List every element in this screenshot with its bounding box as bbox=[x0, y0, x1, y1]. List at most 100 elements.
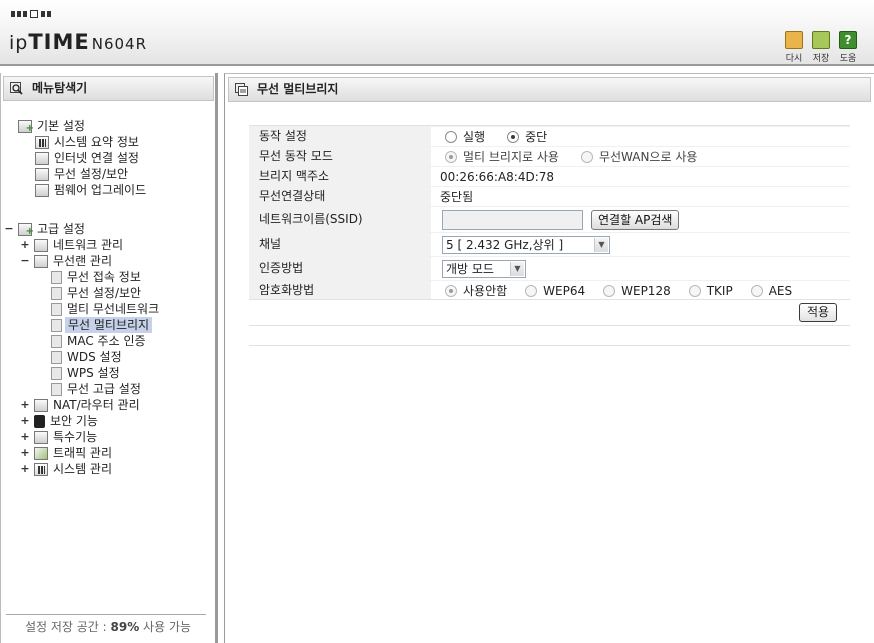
enc-wep128-radio[interactable] bbox=[603, 284, 616, 297]
expand-toggle[interactable]: + bbox=[20, 461, 30, 477]
row-connection-status: 무선연결상태 중단됨 bbox=[249, 186, 850, 206]
magnifier-icon bbox=[10, 82, 23, 95]
folder-icon bbox=[18, 119, 34, 137]
divider bbox=[249, 325, 850, 326]
chevron-down-icon: ▼ bbox=[510, 261, 524, 276]
collapse-toggle[interactable]: − bbox=[4, 221, 14, 237]
tree-internet-setup[interactable]: 인터넷 연결 설정 bbox=[35, 150, 139, 166]
storage-quota: 설정 저장 공간 : 89% 사용 가능 bbox=[24, 620, 192, 634]
document-icon bbox=[51, 350, 62, 364]
menu-explorer-header: 메뉴탐색기 bbox=[3, 76, 214, 101]
document-icon bbox=[51, 318, 62, 332]
help-button[interactable]: ? 도움 bbox=[836, 31, 860, 64]
page-title: 무선 멀티브리지 bbox=[257, 82, 339, 96]
tools-icon bbox=[34, 430, 48, 444]
tree-special-functions[interactable]: + 특수기능 bbox=[20, 429, 97, 445]
router-icon bbox=[34, 398, 48, 412]
bridge-mac-value: 00:26:66:A8:4D:78 bbox=[440, 169, 555, 184]
expand-toggle[interactable]: + bbox=[20, 429, 30, 445]
save-button[interactable]: 저장 bbox=[809, 31, 833, 64]
row-bridge-mac: 브리지 맥주소 00:26:66:A8:4D:78 bbox=[249, 166, 850, 186]
row-channel: 채널 5 [ 2.432 GHz,상위 ] ▼ bbox=[249, 232, 850, 256]
content-header: 무선 멀티브리지 bbox=[228, 77, 871, 102]
ssid-input[interactable] bbox=[442, 209, 583, 230]
tree-wps[interactable]: WPS 설정 bbox=[51, 365, 120, 381]
menu-explorer-title: 메뉴탐색기 bbox=[32, 81, 88, 95]
chart-icon bbox=[34, 462, 48, 476]
channel-select[interactable]: 5 [ 2.432 GHz,상위 ] ▼ bbox=[442, 235, 610, 254]
row-auth: 인증방법 개방 모드 ▼ bbox=[249, 256, 850, 280]
operation-run-radio[interactable] bbox=[445, 130, 457, 143]
document-icon bbox=[51, 302, 62, 316]
divider bbox=[6, 614, 206, 615]
tree-multi-ssid[interactable]: 멀티 무선네트워크 bbox=[51, 301, 159, 317]
enc-aes-radio[interactable] bbox=[750, 284, 763, 297]
monitor-icon bbox=[35, 151, 49, 165]
tree-advanced-settings[interactable]: −고급 설정 bbox=[4, 221, 85, 240]
quota-value: 89% bbox=[110, 620, 140, 634]
mode-multibridge-radio[interactable] bbox=[445, 150, 457, 163]
enc-none-radio[interactable] bbox=[445, 284, 457, 297]
divider bbox=[249, 299, 850, 300]
tree-wireless-multibridge[interactable]: 무선 멀티브리지 bbox=[51, 317, 153, 333]
tree-mac-auth[interactable]: MAC 주소 인증 bbox=[51, 333, 146, 349]
tree-nat-router[interactable]: + NAT/라우터 관리 bbox=[20, 397, 139, 413]
row-operation: 동작 설정 실행 중단 bbox=[249, 126, 850, 146]
document-icon bbox=[51, 366, 62, 380]
mode-wireless-wan-radio[interactable] bbox=[580, 150, 593, 163]
row-wireless-mode: 무선 동작 모드 멀티 브리지로 사용 무선WAN으로 사용 bbox=[249, 146, 850, 166]
selected-menu-label: 무선 멀티브리지 bbox=[65, 317, 153, 333]
chevron-down-icon: ▼ bbox=[594, 237, 608, 252]
document-icon bbox=[51, 382, 62, 396]
tree-system-summary[interactable]: 시스템 요약 정보 bbox=[35, 134, 139, 150]
tree-traffic-management[interactable]: + 트래픽 관리 bbox=[20, 445, 112, 461]
brand-dots-icon bbox=[11, 10, 51, 18]
row-encryption: 암호화방법 사용안함 WEP64 WEP128 TKIP AES bbox=[249, 280, 850, 300]
expand-toggle[interactable]: + bbox=[20, 445, 30, 461]
expand-toggle[interactable]: + bbox=[20, 397, 30, 413]
upgrade-icon bbox=[35, 183, 49, 197]
network-icon bbox=[34, 238, 48, 252]
tree-wireless-security[interactable]: 무선 설정/보안 bbox=[51, 285, 141, 301]
window-icon bbox=[235, 83, 248, 96]
operation-stop-radio[interactable] bbox=[507, 130, 520, 143]
tree-basic-settings[interactable]: 기본 설정 bbox=[18, 118, 85, 137]
top-bar: ip TIME N604R 다시 저장 ? 도움 bbox=[0, 0, 874, 66]
enc-tkip-radio[interactable] bbox=[688, 284, 701, 297]
collapse-toggle[interactable]: − bbox=[20, 253, 30, 269]
model-name: N604R bbox=[91, 35, 148, 53]
iptime-logo: ip TIME N604R bbox=[9, 30, 147, 54]
connection-status-value: 중단됨 bbox=[440, 189, 474, 204]
document-icon bbox=[51, 270, 62, 284]
logo-time: TIME bbox=[28, 30, 90, 54]
wireless-icon bbox=[35, 167, 49, 181]
tree-network-management[interactable]: + 네트워크 관리 bbox=[20, 237, 123, 253]
tree-firmware-upgrade[interactable]: 펌웨어 업그레이드 bbox=[35, 182, 146, 198]
tree-wireless-access-info[interactable]: 무선 접속 정보 bbox=[51, 269, 141, 285]
divider bbox=[249, 345, 850, 346]
chart-icon bbox=[35, 135, 49, 149]
apply-button[interactable]: 적용 bbox=[799, 303, 837, 322]
document-icon bbox=[51, 286, 62, 300]
traffic-chart-icon bbox=[34, 446, 48, 460]
tree-wireless-lan-management[interactable]: − 무선랜 관리 bbox=[20, 253, 112, 269]
tree-security[interactable]: + 보안 기능 bbox=[20, 413, 98, 429]
logo-ip: ip bbox=[9, 32, 29, 54]
search-ap-button[interactable]: 연결할 AP검색 bbox=[591, 209, 680, 230]
reload-button[interactable]: 다시 bbox=[782, 31, 806, 64]
row-ssid: 네트워크이름(SSID) 연결할 AP검색 bbox=[249, 206, 850, 232]
folder-icon bbox=[18, 222, 34, 240]
enc-wep64-radio[interactable] bbox=[525, 284, 538, 297]
tree-wds[interactable]: WDS 설정 bbox=[51, 349, 122, 365]
help-icon: ? bbox=[839, 31, 857, 49]
tree-wireless-advanced[interactable]: 무선 고급 설정 bbox=[51, 381, 141, 397]
tree-wireless-security-basic[interactable]: 무선 설정/보안 bbox=[35, 166, 128, 182]
tree-system-management[interactable]: + 시스템 관리 bbox=[20, 461, 112, 477]
document-icon bbox=[51, 334, 62, 348]
home-icon bbox=[785, 31, 803, 49]
wireless-icon bbox=[34, 254, 48, 268]
lock-icon bbox=[34, 414, 45, 428]
expand-toggle[interactable]: + bbox=[20, 237, 30, 253]
auth-select[interactable]: 개방 모드 ▼ bbox=[442, 259, 526, 278]
expand-toggle[interactable]: + bbox=[20, 413, 30, 429]
